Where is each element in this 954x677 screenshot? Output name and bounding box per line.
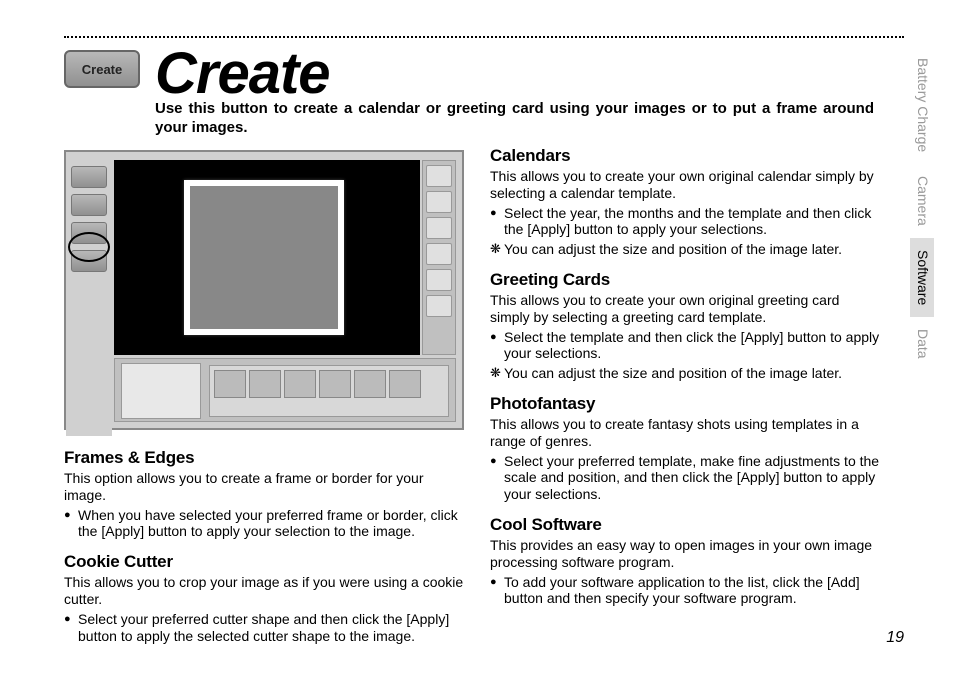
calendars-body: This allows you to create your own origi… xyxy=(490,168,880,202)
page-title: Create xyxy=(155,40,330,107)
calendars-heading: Calendars xyxy=(490,146,880,166)
cookie-heading: Cookie Cutter xyxy=(64,552,464,572)
photo-body: This allows you to create fantasy shots … xyxy=(490,416,880,450)
screenshot-bottom-panel xyxy=(114,358,456,422)
tab-battery: Battery Charge xyxy=(910,46,934,164)
frames-bullet: When you have selected your preferred fr… xyxy=(64,507,464,541)
tab-data: Data xyxy=(910,317,934,371)
greeting-heading: Greeting Cards xyxy=(490,270,880,290)
cookie-bullet: Select your preferred cutter shape and t… xyxy=(64,611,464,645)
cool-heading: Cool Software xyxy=(490,515,880,535)
dotted-rule xyxy=(64,36,904,38)
greeting-body: This allows you to create your own origi… xyxy=(490,292,880,326)
greeting-aster: You can adjust the size and position of … xyxy=(490,365,880,382)
calendars-aster: You can adjust the size and position of … xyxy=(490,241,880,258)
frames-heading: Frames & Edges xyxy=(64,448,464,468)
photo-bullet: Select your preferred template, make fin… xyxy=(490,453,880,503)
right-column: Calendars This allows you to create your… xyxy=(490,146,880,607)
intro-text: Use this button to create a calendar or … xyxy=(155,100,874,138)
left-column: Frames & Edges This option allows you to… xyxy=(64,448,464,644)
screenshot-sidebar xyxy=(66,160,112,436)
screenshot-canvas xyxy=(114,160,420,355)
cookie-body: This allows you to crop your image as if… xyxy=(64,574,464,608)
highlight-circle xyxy=(68,232,110,262)
cool-body: This provides an easy way to open images… xyxy=(490,537,880,571)
greeting-bullet: Select the template and then click the [… xyxy=(490,329,880,363)
tab-camera: Camera xyxy=(910,164,934,238)
section-tabs: Battery Charge Camera Software Data xyxy=(910,46,934,371)
app-screenshot xyxy=(64,150,464,430)
tab-software: Software xyxy=(910,238,934,317)
frames-body: This option allows you to create a frame… xyxy=(64,470,464,504)
page-number: 19 xyxy=(886,629,904,647)
photo-heading: Photofantasy xyxy=(490,394,880,414)
screenshot-tools xyxy=(422,160,456,355)
cool-bullet: To add your software application to the … xyxy=(490,574,880,608)
calendars-bullet: Select the year, the months and the temp… xyxy=(490,205,880,239)
create-button-icon: Create xyxy=(64,50,140,88)
